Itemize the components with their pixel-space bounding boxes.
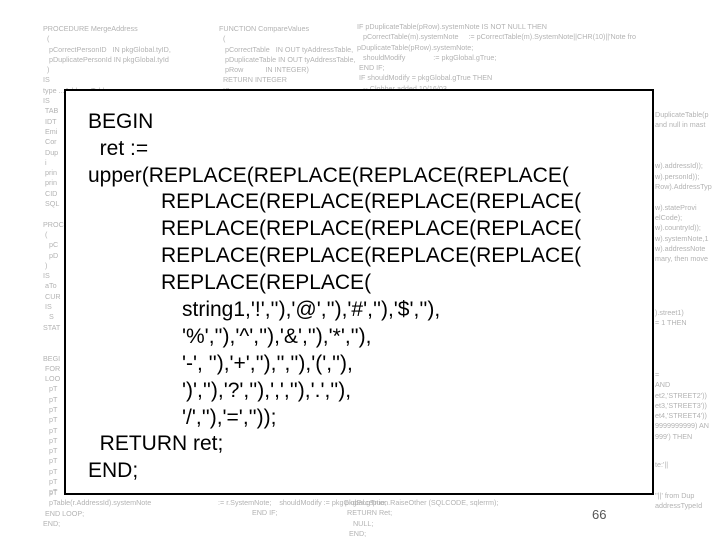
code-line: REPLACE(REPLACE(REPLACE(REPLACE( xyxy=(161,244,582,267)
background-code-column: DuplicateTable(p and null in mast w).addre… xyxy=(655,110,712,264)
background-code-line: pDuplicateTable(pRow).systemNote; xyxy=(357,42,474,52)
background-code-line xyxy=(655,481,702,491)
background-code-line: shouldModify := pkgGlobal.gTrue; xyxy=(357,52,497,62)
background-code-line: et2,'STREET2')) xyxy=(655,390,707,400)
code-line: ')',''),'?',''),',',''),'.',''), xyxy=(182,379,352,402)
background-code-line: IF pDuplicateTable(pRow).systemNote IS N… xyxy=(357,22,547,31)
background-code-line xyxy=(655,470,702,480)
background-code-line: END IF; xyxy=(357,63,385,73)
background-code-line xyxy=(655,141,712,151)
background-code-column: = AND et2,'STREET2')) et3,'STREET3')) et4,'S… xyxy=(655,370,709,442)
background-code-line: FUNCTION CompareValues xyxy=(219,24,310,33)
background-code-column: ).street1) = 1 THEN xyxy=(655,308,687,329)
background-code-line: elCode); xyxy=(655,212,683,222)
code-line: '-', ''),'+',''),'',''),'(',''), xyxy=(182,352,353,375)
background-code-line: END; xyxy=(345,528,367,538)
code-line: REPLACE(REPLACE(REPLACE(REPLACE( xyxy=(161,190,582,213)
background-code-line: te:'|| xyxy=(655,460,669,469)
background-code-line: RETURN INTEGER xyxy=(219,75,287,85)
code-line: '%',''),'^',''),'&',''),'*',''), xyxy=(182,325,372,348)
background-code-column: pkgException.RaiseOther (SQLCODE, sqlerr… xyxy=(345,498,498,539)
background-code-column: IF pDuplicateTable(pRow).systemNote IS N… xyxy=(357,22,636,94)
background-code-line: w).countryId)); xyxy=(655,223,701,233)
background-code-line: et3,'STREET3')) xyxy=(655,400,707,410)
background-code-line: ( xyxy=(219,34,226,44)
code-line: string1,'!',''),'@',''),'#',''),'$',''), xyxy=(182,298,441,321)
background-code-line xyxy=(655,151,712,161)
background-code-line xyxy=(655,131,712,141)
code-line: END; xyxy=(88,459,139,482)
background-code-line: addressTypeId xyxy=(655,501,703,511)
background-code-line: RETURN Ret; xyxy=(345,508,393,518)
background-code-line: END LOOP; xyxy=(43,508,85,518)
background-code-line: pDuplicateTable IN OUT tyAddressTable, xyxy=(219,54,356,64)
background-code-line: w).systemNote,1 xyxy=(655,233,709,243)
background-code-line: pCorrectTable IN OUT tyAddressTable, xyxy=(219,44,354,54)
background-code-line: pCorrectPersonID IN pkgGlobal.tyID, xyxy=(43,44,171,54)
background-code-line: mary, then move xyxy=(655,254,708,264)
background-code-line: = 1 THEN xyxy=(655,318,687,328)
background-code-line: ).street1) xyxy=(655,308,684,317)
code-line: REPLACE(REPLACE(REPLACE(REPLACE( xyxy=(161,217,582,240)
background-code-line: IS xyxy=(43,75,50,85)
background-code-line: ) xyxy=(43,65,50,75)
background-code-line: IF shouldModify = pkgGlobal.gTrue THEN xyxy=(357,73,493,83)
background-code-line: w).stateProvi xyxy=(655,202,697,212)
code-line: '/',''),'=','')); xyxy=(182,406,277,429)
background-code-line: w).personId)); xyxy=(655,171,700,181)
background-code-line: PROCEDURE MergeAddress xyxy=(43,24,138,33)
background-code-line: and null in mast xyxy=(655,120,706,130)
background-code-line xyxy=(655,192,712,202)
code-line: upper(REPLACE(REPLACE(REPLACE(REPLACE( xyxy=(88,164,569,187)
background-code-line: Row).AddressTyp xyxy=(655,182,712,192)
code-line: ret := xyxy=(88,137,149,160)
code-callout-box: BEGIN ret := upper(REPLACE(REPLACE(REPLA… xyxy=(64,89,654,495)
background-code-column: FUNCTION CompareValues ( pCorrectTable I… xyxy=(219,24,356,96)
background-code-line: pTable(r.AddressId).systemNote xyxy=(43,498,152,508)
background-code-line: w).addressId)); xyxy=(655,161,703,171)
background-code-line: 9999999999) AN xyxy=(655,421,709,431)
background-code-column: te:'|| ''||' from Dup addressTypeId xyxy=(655,460,702,511)
background-code-line: = xyxy=(655,370,660,379)
background-code-line: DuplicateTable(p xyxy=(655,110,709,119)
background-code-line: END; xyxy=(43,518,61,528)
background-code-line: et4,'STREET4')) xyxy=(655,411,707,421)
page-number: 66 xyxy=(592,507,607,522)
background-code-line: pCorrectTable(m).systemNote := pCorrectT… xyxy=(357,32,637,42)
background-code-line: NULL; xyxy=(345,518,374,528)
code-line: RETURN ret; xyxy=(88,432,224,455)
background-code-line: ''||' from Dup xyxy=(655,490,695,500)
background-code-line: pkgException.RaiseOther (SQLCODE, sqlerr… xyxy=(345,498,499,507)
background-code-line: 999') THEN xyxy=(655,431,693,441)
background-code-line: w).addressNote xyxy=(655,243,706,253)
background-code-line: pRow IN INTEGER) xyxy=(219,65,309,75)
background-code-line: AND xyxy=(655,380,671,390)
background-code-line: ( xyxy=(43,34,50,44)
code-line: BEGIN xyxy=(88,110,154,133)
code-line: REPLACE(REPLACE( xyxy=(161,271,372,294)
background-code-line: pDuplicatePersonId IN pkgGlobal.tyId xyxy=(43,54,169,64)
